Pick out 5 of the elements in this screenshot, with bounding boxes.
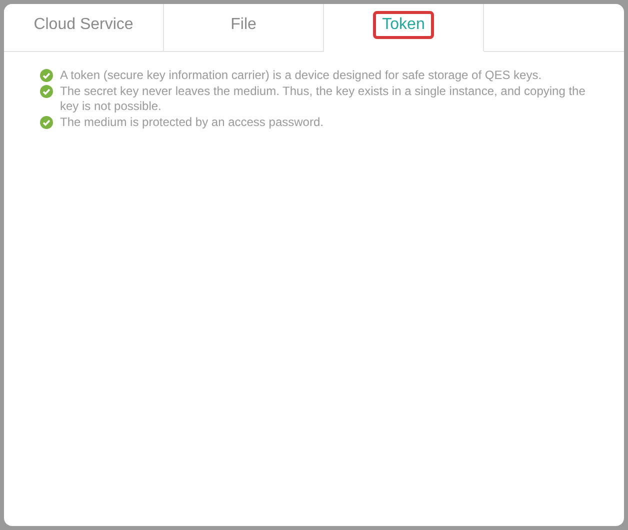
- tab[interactable]: Cloud Service: [4, 4, 164, 52]
- tab[interactable]: File: [164, 4, 324, 52]
- feature-text: The medium is protected by an access password.: [60, 115, 324, 130]
- feature-text: A token (secure key information carrier) is a device designed for safe storage of QES keys.: [60, 68, 542, 83]
- feature-text: The secret key never leaves the medium. Thus, the key exists in a single instance, and copying the key is not possible.: [60, 84, 586, 114]
